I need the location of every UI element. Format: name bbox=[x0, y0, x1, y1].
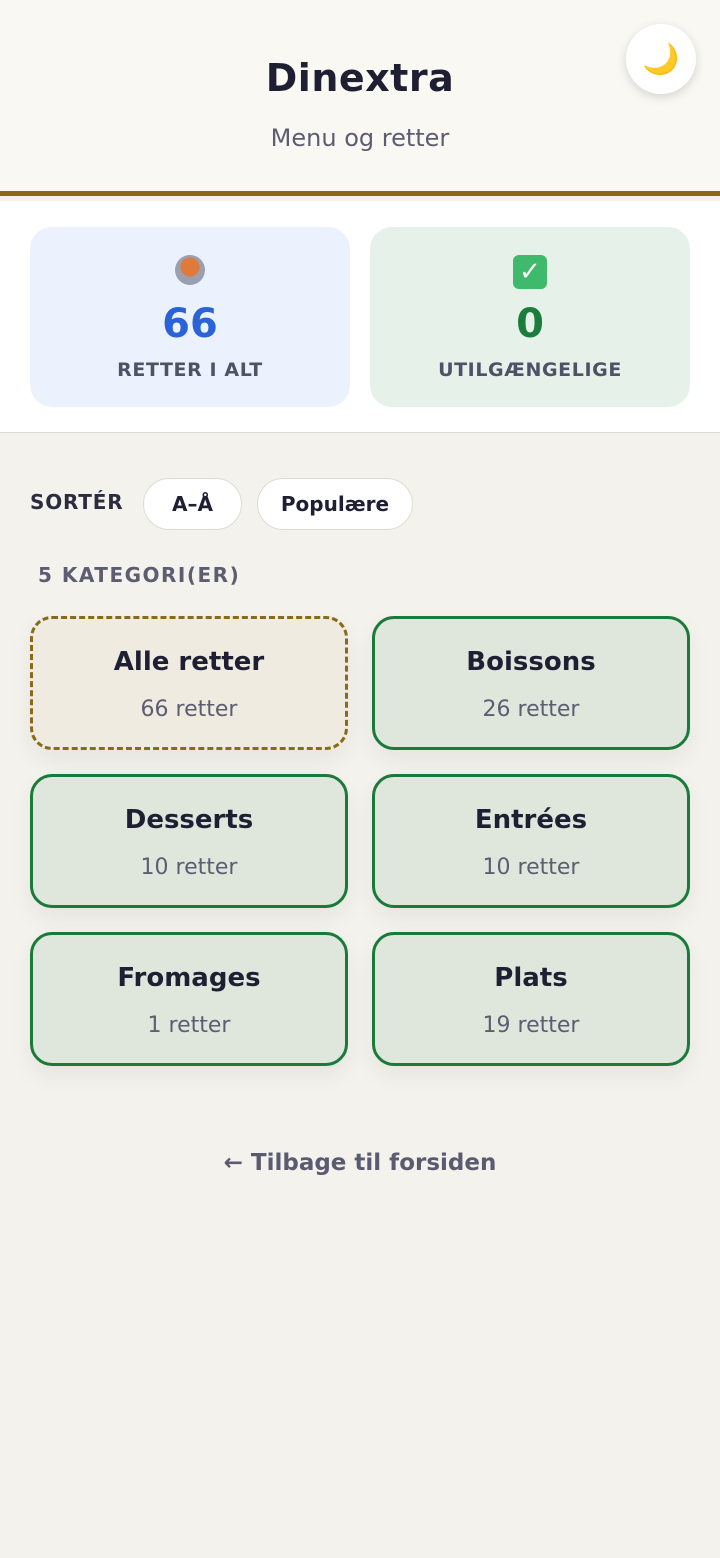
stat-value-unavailable: 0 bbox=[516, 301, 544, 347]
theme-toggle-button[interactable]: 🌙 bbox=[626, 24, 696, 94]
category-count: 5 KATEGORI(ER) bbox=[38, 563, 241, 587]
category-count-text: 19 retter bbox=[482, 1013, 580, 1038]
category-count-text: 66 retter bbox=[140, 697, 238, 722]
page-subtitle: Menu og retter bbox=[270, 124, 450, 152]
moon-icon: 🌙 bbox=[642, 41, 680, 77]
category-card-desserts[interactable]: Desserts 10 retter bbox=[30, 774, 348, 908]
category-name: Plats bbox=[494, 963, 568, 993]
sort-label: SORTÉR bbox=[30, 490, 124, 514]
stat-value-total: 66 bbox=[162, 301, 218, 347]
category-card-boissons[interactable]: Boissons 26 retter bbox=[372, 616, 690, 750]
back-to-home-link[interactable]: ← Tilbage til forsiden bbox=[0, 1150, 720, 1176]
sort-popular-button[interactable]: Populære bbox=[257, 478, 413, 530]
app-title: Dinextra bbox=[265, 56, 455, 100]
category-card-fromages[interactable]: Fromages 1 retter bbox=[30, 932, 348, 1066]
category-name: Desserts bbox=[124, 805, 254, 835]
category-card-all[interactable]: Alle retter 66 retter bbox=[30, 616, 348, 750]
category-count-text: 10 retter bbox=[482, 855, 580, 880]
category-name: Entrées bbox=[474, 805, 588, 835]
category-card-entrees[interactable]: Entrées 10 retter bbox=[372, 774, 690, 908]
sort-alphabetical-button[interactable]: A–Å bbox=[143, 478, 242, 530]
page-header: Dinextra Menu og retter 🌙 bbox=[0, 0, 720, 196]
check-mark-icon: ✓ bbox=[513, 255, 547, 289]
stat-label-unavailable: UTILGÆNGELIGE bbox=[438, 359, 622, 381]
category-name: Fromages bbox=[117, 963, 261, 993]
stat-label-total: RETTER I ALT bbox=[117, 359, 263, 381]
stat-card-total: 66 RETTER I ALT bbox=[30, 227, 350, 407]
category-count-text: 26 retter bbox=[482, 697, 580, 722]
stat-card-unavailable: ✓ 0 UTILGÆNGELIGE bbox=[370, 227, 690, 407]
category-count-text: 10 retter bbox=[140, 855, 238, 880]
category-name: Boissons bbox=[466, 647, 596, 677]
category-count-text: 1 retter bbox=[147, 1013, 231, 1038]
category-name: Alle retter bbox=[113, 647, 265, 677]
stats-section: 66 RETTER I ALT ✓ 0 UTILGÆNGELIGE bbox=[0, 201, 720, 433]
category-card-plats[interactable]: Plats 19 retter bbox=[372, 932, 690, 1066]
cooking-pot-icon bbox=[175, 255, 205, 285]
